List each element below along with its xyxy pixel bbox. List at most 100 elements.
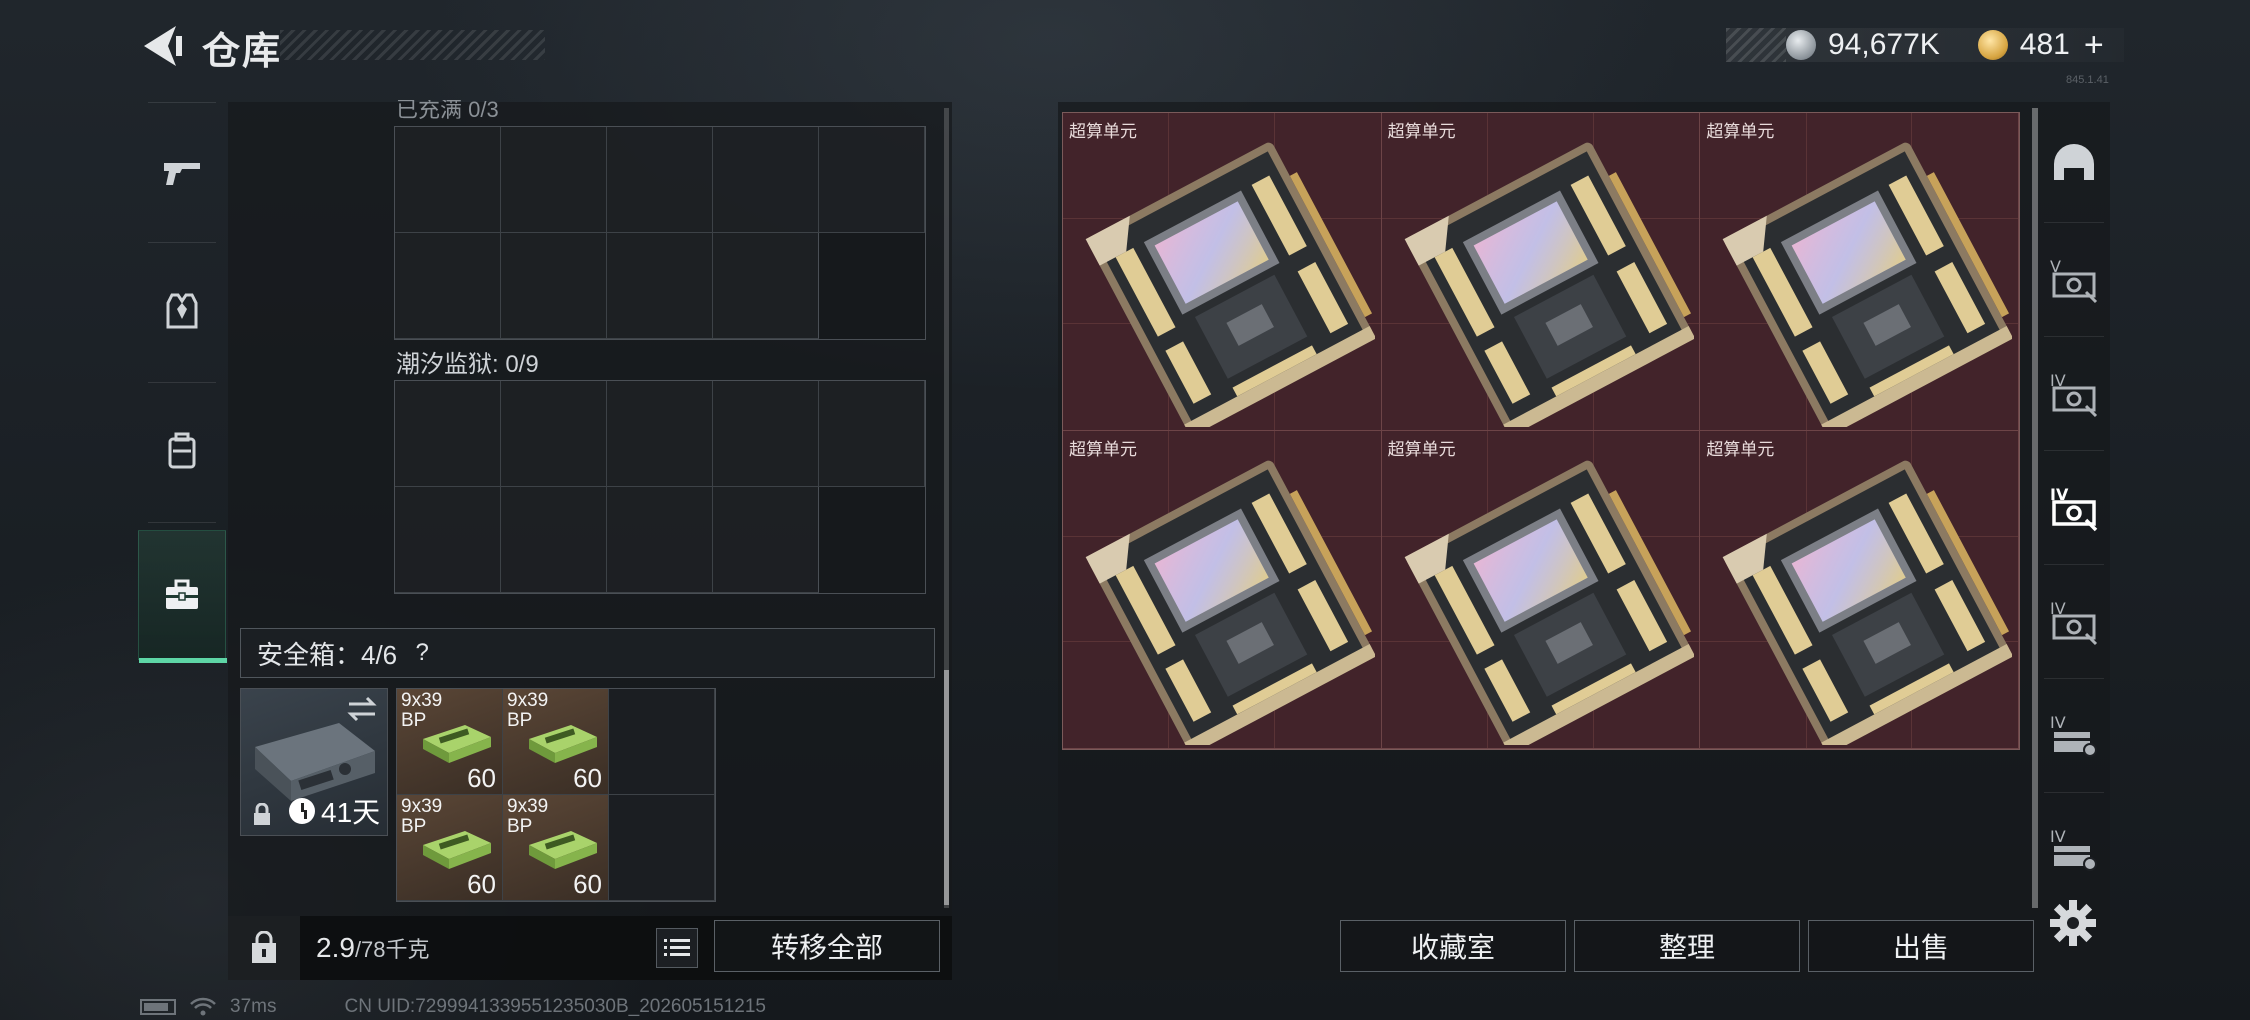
storage-grid-prison[interactable] [394, 380, 926, 594]
tab-card-iv-2[interactable]: IV [2036, 566, 2112, 678]
nav-weapons[interactable] [138, 108, 226, 238]
ammo-quantity: 60 [467, 869, 496, 899]
organize-button[interactable]: 整理 [1574, 920, 1800, 972]
weight-max: /78千克 [354, 937, 430, 962]
nav-backpack[interactable] [138, 386, 226, 516]
ammo-name: 9x39 [507, 796, 549, 817]
keycard-iv-icon: IV [2050, 599, 2098, 646]
nav-divider [148, 102, 216, 103]
safe-box-grid[interactable]: 9x39BP 60 9x39BP 60 9x39BP 60 9x39BP [396, 688, 716, 902]
ammo-item[interactable]: 9x39 BP 60 [503, 689, 609, 795]
case-iv-icon: IV [2050, 713, 2097, 757]
loot-item[interactable]: 超算单元 [1381, 431, 1701, 749]
weight-lock-button[interactable] [228, 916, 300, 980]
back-button[interactable] [136, 22, 186, 70]
list-view-button[interactable] [656, 928, 698, 968]
loot-item[interactable]: 超算单元 [1700, 431, 2019, 749]
loot-item-name: 超算单元 [1706, 122, 1775, 141]
loot-item[interactable]: 超算单元 [1381, 113, 1701, 431]
nav-divider [148, 522, 216, 523]
add-currency-button[interactable]: + [2084, 26, 2104, 65]
vest-icon [166, 293, 198, 329]
ammo-item[interactable]: 9x39 BP 60 [397, 689, 503, 795]
clock-icon [289, 798, 315, 824]
ammo-name: 9x39 [401, 690, 443, 711]
tab-card-iv[interactable]: IV [2036, 338, 2112, 450]
helmet-icon [2054, 144, 2094, 180]
container-tabs: V IV IV IV IV IV [2036, 108, 2112, 888]
supercomputer-unit-icon [1085, 460, 1375, 745]
swap-icon[interactable] [345, 695, 379, 723]
expiry-days: 41天 [321, 797, 381, 828]
ammo-item[interactable]: 9x39 BP 60 [503, 795, 609, 901]
version-text: 845.1.41 [2066, 74, 2109, 86]
silver-amount: 94,677K [1828, 28, 1940, 61]
tab-card-v[interactable]: V [2036, 224, 2112, 336]
empty-slot[interactable] [609, 689, 715, 795]
tab-case-iv[interactable]: IV [2036, 680, 2112, 792]
loot-item[interactable]: 超算单元 [1700, 113, 2019, 431]
backpack-icon [168, 432, 196, 469]
supercomputer-unit-icon [1404, 142, 1694, 427]
lock-icon [254, 803, 270, 825]
empty-slot[interactable] [609, 795, 715, 901]
active-indicator [139, 658, 227, 663]
tab-card-iv-active[interactable]: IV [2036, 452, 2112, 564]
transfer-all-button[interactable]: 转移全部 [714, 920, 940, 972]
ammo-quantity: 60 [573, 869, 602, 899]
settings-gear-icon[interactable] [2048, 898, 2098, 948]
currency-bar: 94,677K 481 + [1726, 26, 2124, 65]
loot-item-name: 超算单元 [1706, 440, 1775, 459]
list-icon [664, 939, 690, 956]
weight-icon [252, 931, 276, 963]
ammo-box-icon [529, 831, 597, 869]
page-title: 仓库 [202, 31, 283, 73]
wifi-icon [190, 997, 216, 1016]
prison-section-label: 潮汐监狱: 0/9 [396, 351, 539, 378]
loot-item[interactable]: 超算单元 [1063, 431, 1382, 749]
svg-text:IV: IV [2050, 713, 2066, 732]
keycard-iv-active-icon: IV [2050, 485, 2098, 532]
supercomputer-unit-icon [1085, 142, 1375, 427]
sell-button[interactable]: 出售 [1808, 920, 2034, 972]
expiry-timer: 41天 [289, 791, 380, 831]
supercomputer-unit-icon [1404, 460, 1694, 745]
supercomputer-unit-icon [1722, 142, 2013, 427]
left-category-nav [138, 102, 227, 672]
tab-helmet[interactable] [2036, 108, 2112, 220]
back-arrow-icon [144, 26, 182, 66]
nav-divider [148, 242, 216, 243]
header-bar: 仓库 94,677K 481 + 845.1.41 [0, 0, 2250, 100]
case-iv-icon: IV [2050, 827, 2097, 871]
collection-room-button[interactable]: 收藏室 [1340, 920, 1566, 972]
storage-scroll-thumb[interactable] [944, 670, 949, 905]
status-bar: 37ms CN UID:7299941339551235030B_2026051… [140, 996, 766, 1018]
ammo-quantity: 60 [467, 763, 496, 793]
currency-decoration [1726, 28, 1786, 62]
silver-coin-icon [1786, 30, 1816, 60]
safe-box-label: 安全箱：4/6 [257, 639, 398, 670]
loot-item-name: 超算单元 [1069, 122, 1137, 141]
safe-box-header: 安全箱：4/6 ? [240, 628, 935, 678]
tab-case-iv-2[interactable]: IV [2036, 794, 2112, 906]
nav-secure-container[interactable] [138, 530, 227, 663]
loot-item-name: 超算单元 [1387, 122, 1456, 141]
nav-armor[interactable] [138, 246, 226, 376]
loot-grid: 超算单元 超算单元 超算单元 超算单元 超算单元 超算单元 [1062, 112, 2020, 750]
ammo-box-icon [423, 831, 491, 869]
help-button[interactable]: ? [407, 638, 437, 668]
nav-divider [148, 382, 216, 383]
pistol-icon [164, 163, 200, 185]
storage-grid-upper[interactable] [394, 126, 926, 340]
supercomputer-unit-icon [1722, 460, 2013, 745]
weight-current: 2.9 [316, 932, 355, 963]
ammo-item[interactable]: 9x39 BP 60 [397, 795, 503, 901]
secure-case-item[interactable]: 41天 [240, 688, 388, 836]
ammo-box-icon [423, 725, 491, 763]
battery-icon [140, 999, 176, 1015]
keycard-v-icon: V [2050, 257, 2098, 304]
gold-amount: 481 [2019, 28, 2070, 61]
loot-item[interactable]: 超算单元 [1063, 113, 1382, 431]
ammo-box-icon [529, 725, 597, 763]
loot-item-name: 超算单元 [1069, 440, 1137, 459]
